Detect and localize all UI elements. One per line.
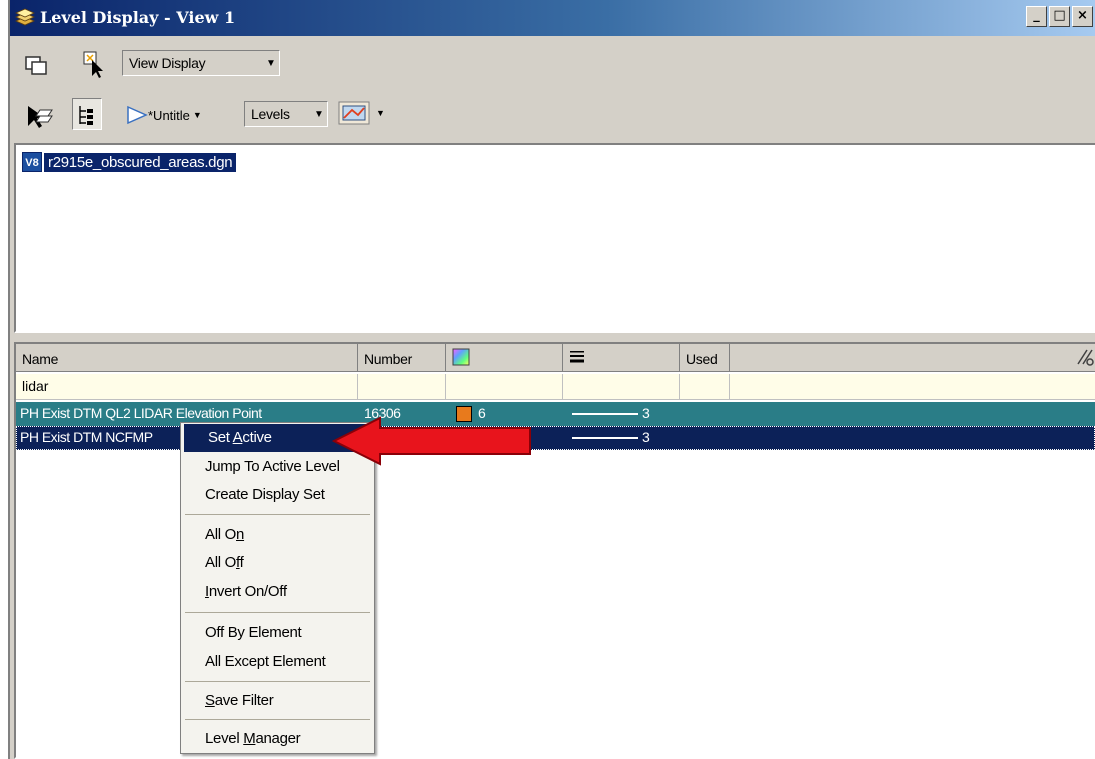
arrow-shape [331,416,531,466]
annotation-arrow [331,416,531,466]
